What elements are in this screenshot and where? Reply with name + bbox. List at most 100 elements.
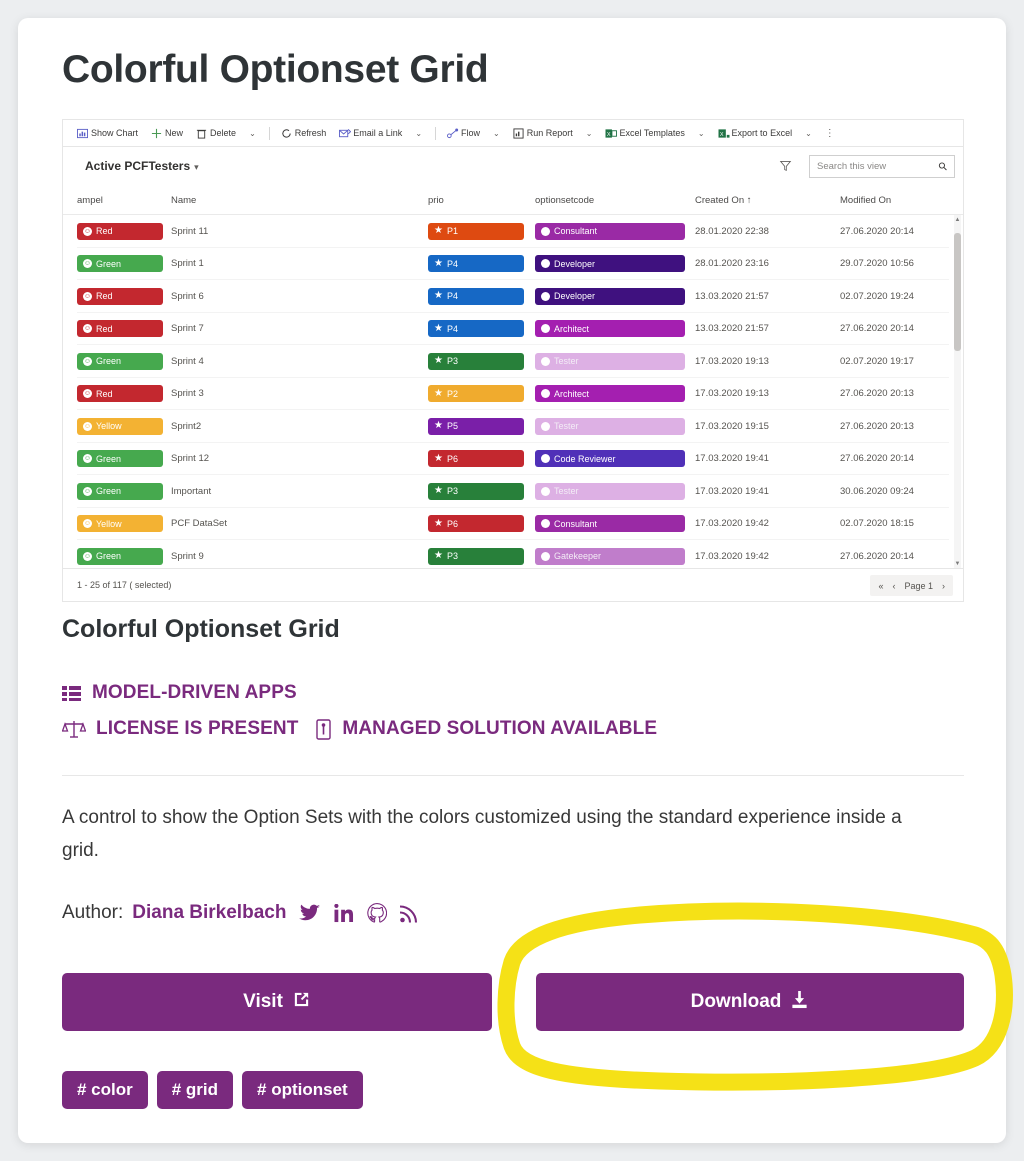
prio-cell: ★ P3: [428, 345, 528, 378]
modified-on-label: 02.07.2020 19:17: [840, 355, 914, 367]
table-row[interactable]: ☺ Yellow Sprint2 ★ P5 Tester 17.03.2020 19:15 2…: [63, 410, 963, 443]
tag-chip[interactable]: # color: [62, 1071, 148, 1109]
created-on-cell: 17.03.2020 19:13: [695, 345, 835, 378]
created-on-cell: 17.03.2020 19:15: [695, 410, 835, 443]
optionsetcode-cell: Developer: [535, 248, 695, 281]
scales-icon: [62, 719, 86, 739]
toolbar-button-delete[interactable]: Delete: [196, 128, 236, 139]
author-name[interactable]: Diana Birkelbach: [132, 902, 286, 924]
badge-license-present: LICENSE IS PRESENT: [62, 718, 298, 740]
optionsetcode-cell: Code Reviewer: [535, 443, 695, 476]
prio-pill: ★ P5: [428, 417, 524, 435]
table-row[interactable]: ☺ Red Sprint 3 ★ P2 Architect 17.03.2020 19:13…: [63, 378, 963, 411]
grid-rows: ☺ Red Sprint 11 ★ P1 Consultant 28.01.2020 22:…: [63, 215, 963, 569]
github-icon[interactable]: [367, 903, 388, 923]
excel-icon: X: [605, 128, 618, 138]
page-first-button[interactable]: «: [878, 581, 883, 591]
chevron-down-icon[interactable]: ⌄: [493, 129, 500, 138]
modified-on-label: 29.07.2020 10:56: [840, 258, 914, 270]
search-input[interactable]: Search this view ⚲: [809, 155, 955, 178]
column-header-name[interactable]: Name: [171, 195, 196, 206]
toolbar-button-excel-templates[interactable]: X Excel Templates: [605, 128, 685, 138]
toolbar-button-export-to-excel[interactable]: X Export to Excel: [718, 128, 792, 138]
toolbar-button-new[interactable]: New: [151, 128, 183, 139]
grid-scrollbar[interactable]: ▲ ▼: [954, 215, 961, 569]
name-cell: Sprint 4: [171, 345, 421, 378]
toolbar-button-flow[interactable]: Flow: [447, 128, 480, 139]
document-icon: [316, 718, 332, 740]
star-icon: ★: [434, 452, 443, 464]
table-row[interactable]: ☺ Green Sprint 9 ★ P3 Gatekeeper 17.03.2020 19…: [63, 540, 963, 569]
star-icon: ★: [434, 225, 443, 237]
tag-chip[interactable]: # optionset: [242, 1071, 363, 1109]
visit-button-label: Visit: [243, 991, 283, 1012]
circle-icon: [541, 519, 550, 529]
circle-icon: [541, 486, 550, 496]
filter-icon[interactable]: [779, 159, 792, 175]
view-selector[interactable]: Active PCFTesters ▾: [85, 159, 199, 173]
scroll-up-arrow[interactable]: ▲: [954, 217, 961, 223]
tag-chip[interactable]: # grid: [156, 1071, 234, 1109]
name-cell: Sprint 12: [171, 443, 421, 476]
created-on-label: 17.03.2020 19:41: [695, 485, 769, 497]
table-row[interactable]: ☺ Yellow PCF DataSet ★ P6 Consultant 17.03.202…: [63, 508, 963, 540]
table-row[interactable]: ☺ Red Sprint 6 ★ P4 Developer 13.03.2020 21:57…: [63, 280, 963, 313]
chevron-down-icon[interactable]: ⌄: [249, 129, 256, 138]
column-header-createdon[interactable]: Created On ↑: [695, 195, 752, 206]
toolbar-button-refresh[interactable]: Refresh: [281, 128, 326, 138]
download-button[interactable]: Download: [536, 973, 964, 1031]
toolbar-button-email-a-link[interactable]: Email a Link: [339, 128, 402, 138]
ampel-pill: ☺ Yellow: [77, 515, 163, 533]
circle-icon: [541, 454, 550, 464]
rss-icon[interactable]: [400, 904, 418, 923]
overflow-menu-icon[interactable]: ⋮: [825, 128, 835, 139]
column-header-optionsetcode[interactable]: optionsetcode: [535, 195, 594, 206]
toolbar-button-run-report[interactable]: Run Report: [513, 128, 573, 139]
ampel-pill: ☺ Green: [77, 352, 163, 370]
chevron-down-icon[interactable]: ⌄: [586, 129, 593, 138]
ampel-cell: ☺ Green: [77, 345, 177, 378]
optionset-label: Developer: [554, 291, 596, 302]
optionset-label: Developer: [554, 258, 596, 269]
pagination[interactable]: « ‹ Page 1 ›: [870, 575, 953, 596]
chevron-down-icon[interactable]: ⌄: [698, 129, 705, 138]
table-row[interactable]: ☺ Red Sprint 7 ★ P4 Architect 13.03.2020 21:57…: [63, 313, 963, 345]
table-row[interactable]: ☺ Green Sprint 12 ★ P6 Code Reviewer 17.03.202…: [63, 443, 963, 476]
page-next-button[interactable]: ›: [942, 581, 945, 591]
twitter-icon[interactable]: [299, 904, 321, 923]
table-row[interactable]: ☺ Green Important ★ P3 Tester 17.03.2020 19:41…: [63, 475, 963, 508]
ampel-pill: ☺ Green: [77, 255, 163, 273]
optionset-label: Architect: [554, 388, 590, 399]
table-row[interactable]: ☺ Green Sprint 4 ★ P3 Tester 17.03.2020 19:13 0…: [63, 345, 963, 378]
scroll-down-arrow[interactable]: ▼: [954, 561, 961, 567]
page-prev-button[interactable]: ‹: [892, 581, 895, 591]
column-header-prio[interactable]: prio: [428, 195, 444, 206]
optionset-pill: Code Reviewer: [535, 450, 685, 468]
table-row[interactable]: ☺ Green Sprint 1 ★ P4 Developer 28.01.2020 23:…: [63, 248, 963, 281]
ampel-cell: ☺ Green: [77, 248, 177, 281]
circle-icon: [541, 324, 550, 334]
modified-on-label: 27.06.2020 20:14: [840, 323, 914, 335]
name-label: Sprint 4: [171, 355, 204, 367]
column-header-ampel[interactable]: ampel: [77, 195, 103, 206]
circle-icon: [541, 551, 550, 561]
toolbar-button-show-chart[interactable]: Show Chart: [77, 128, 138, 139]
scrollbar-thumb[interactable]: [954, 233, 961, 351]
column-header-modifiedon[interactable]: Modified On: [840, 195, 891, 206]
toolbar-separator: [268, 126, 270, 140]
circle-icon: [541, 259, 550, 269]
name-cell: Sprint2: [171, 410, 421, 443]
chevron-down-icon[interactable]: ⌄: [415, 129, 422, 138]
linkedin-icon[interactable]: [334, 903, 354, 923]
badge-label: MODEL-DRIVEN APPS: [92, 682, 297, 703]
badge-row-1: MODEL-DRIVEN APPS: [62, 682, 297, 704]
modified-on-cell: 30.06.2020 09:24: [840, 475, 963, 508]
prio-cell: ★ P3: [428, 475, 528, 508]
table-row[interactable]: ☺ Red Sprint 11 ★ P1 Consultant 28.01.2020 22:…: [63, 215, 963, 248]
chevron-down-icon[interactable]: ⌄: [805, 129, 812, 138]
visit-button[interactable]: Visit: [62, 973, 492, 1031]
ampel-cell: ☺ Red: [77, 378, 177, 411]
ampel-pill: ☺ Red: [77, 222, 163, 240]
prio-pill: ★ P3: [428, 482, 524, 500]
face-icon: ☺: [83, 259, 92, 269]
